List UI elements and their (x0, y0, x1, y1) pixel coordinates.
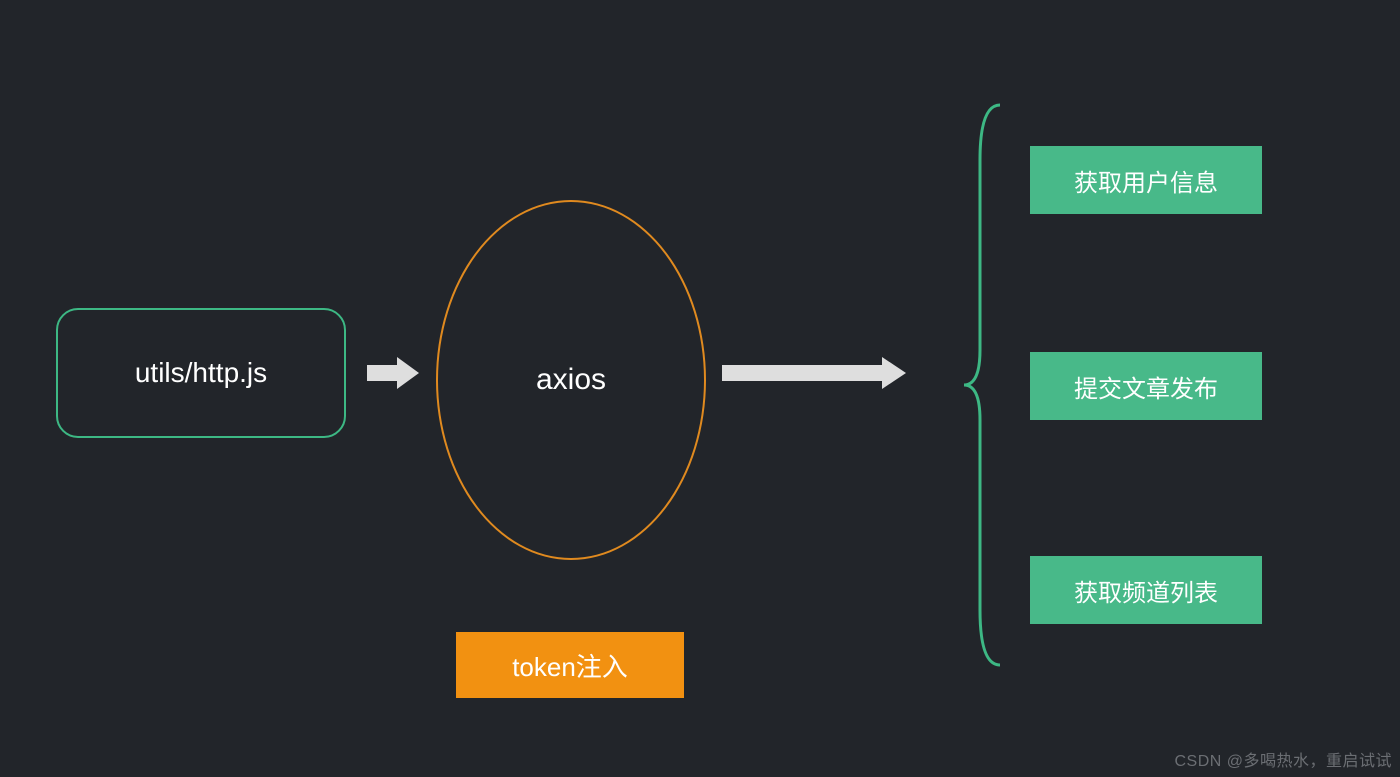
axios-node: axios (436, 200, 706, 560)
axios-label: axios (536, 363, 606, 397)
arrow-source-to-axios (367, 364, 423, 382)
token-inject-box: token注入 (456, 632, 684, 698)
action-label: 提交文章发布 (1074, 369, 1218, 404)
diagram-stage: utils/http.js axios token注入 获取用户信息 提交文章发… (0, 0, 1400, 777)
token-label: token注入 (512, 647, 628, 684)
source-box: utils/http.js (56, 308, 346, 438)
brace-icon (960, 100, 1010, 670)
action-label: 获取频道列表 (1074, 573, 1218, 608)
action-submit-article: 提交文章发布 (1030, 352, 1262, 420)
arrow-shaft (367, 365, 397, 381)
action-get-channel-list: 获取频道列表 (1030, 556, 1262, 624)
watermark: CSDN @多喝热水，重启试试 (1174, 747, 1392, 771)
action-get-user-info: 获取用户信息 (1030, 146, 1262, 214)
arrow-head-icon (882, 357, 906, 389)
source-label: utils/http.js (135, 357, 267, 389)
arrow-axios-to-actions (722, 364, 910, 382)
arrow-head-icon (397, 357, 419, 389)
arrow-shaft (722, 365, 882, 381)
action-label: 获取用户信息 (1074, 163, 1218, 198)
